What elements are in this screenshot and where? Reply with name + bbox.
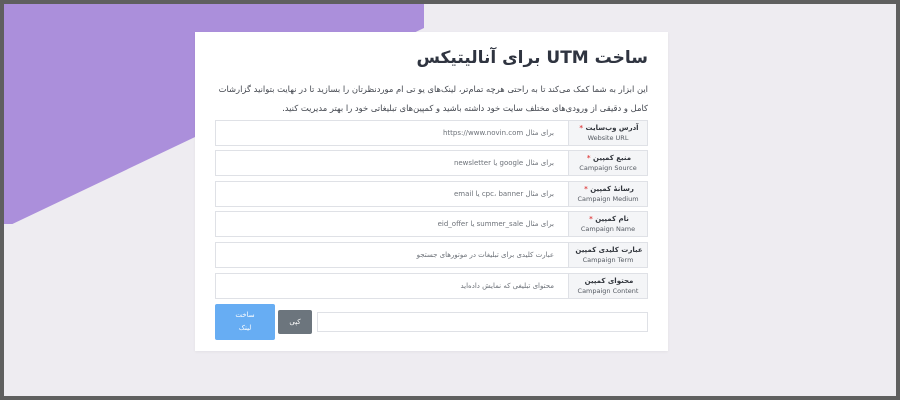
field-label-en: Campaign Source xyxy=(579,164,637,172)
field-row-website-url: آدرس وب‌سایت * Website URL برای مثال htt… xyxy=(215,120,648,146)
field-row-campaign-source: منبع کمپین * Campaign Source برای مثال g… xyxy=(215,150,648,176)
campaign-term-input[interactable]: عبارت کلیدی برای تبلیغات در موتورهای جست… xyxy=(215,242,569,268)
field-row-campaign-medium: رسانهٔ کمپین * Campaign Medium برای مثال… xyxy=(215,181,648,207)
campaign-content-input[interactable]: محتوای تبلیغی که نمایش داده‌اید xyxy=(215,273,569,299)
field-label-en: Campaign Content xyxy=(577,287,639,295)
copy-button[interactable]: کپی xyxy=(278,310,312,334)
field-label-fa: آدرس وب‌سایت xyxy=(585,124,639,132)
utm-builder-card: ساخت UTM برای آنالیتیکس این ابزار به شما… xyxy=(195,32,668,351)
field-label-fa: نام کمپین xyxy=(595,215,629,223)
generated-url-output[interactable] xyxy=(317,312,648,332)
required-marker: * xyxy=(584,185,588,193)
field-label-en: Campaign Name xyxy=(580,225,636,233)
campaign-name-input[interactable]: برای مثال summer_sale یا eid_offer xyxy=(215,211,569,237)
field-label-en: Website URL xyxy=(587,134,629,142)
field-row-campaign-content: محتوای کمپین Campaign Content محتوای تبل… xyxy=(215,273,648,299)
required-marker: * xyxy=(579,124,584,132)
field-row-campaign-term: عبارت کلیدی کمپین Campaign Term عبارت کل… xyxy=(215,242,648,268)
field-row-campaign-name: نام کمپین * Campaign Name برای مثال summ… xyxy=(215,211,648,237)
required-marker: * xyxy=(586,154,591,162)
build-link-button[interactable]: ساخت لینک xyxy=(215,304,275,340)
field-label-en: Campaign Medium xyxy=(577,195,639,203)
field-label-fa: رسانهٔ کمپین xyxy=(590,185,634,193)
action-bar: ساخت لینک کپی xyxy=(215,304,648,340)
build-link-label-line1: ساخت xyxy=(235,311,255,319)
field-label: منبع کمپین * Campaign Source xyxy=(568,150,648,176)
page-frame: ساخت UTM برای آنالیتیکس این ابزار به شما… xyxy=(0,0,900,400)
field-label-fa: محتوای کمپین xyxy=(584,277,634,285)
field-label-fa: عبارت کلیدی کمپین xyxy=(575,246,643,254)
field-label-fa: منبع کمپین xyxy=(593,154,632,162)
field-label: نام کمپین * Campaign Name xyxy=(568,211,648,237)
field-label: عبارت کلیدی کمپین Campaign Term xyxy=(568,242,648,268)
required-marker: * xyxy=(589,215,593,223)
website-url-input[interactable]: برای مثال https://www.novin.com xyxy=(215,120,569,146)
campaign-medium-input[interactable]: برای مثال cpc، banner یا email xyxy=(215,181,569,207)
build-link-label-line2: لینک xyxy=(238,324,252,332)
tool-description: این ابزار به شما کمک می‌کند تا به راحتی … xyxy=(218,84,648,113)
field-label: آدرس وب‌سایت * Website URL xyxy=(568,120,648,146)
page-title: ساخت UTM برای آنالیتیکس xyxy=(416,48,648,68)
field-label: رسانهٔ کمپین * Campaign Medium xyxy=(568,181,648,207)
field-label-en: Campaign Term xyxy=(582,256,634,264)
field-label: محتوای کمپین Campaign Content xyxy=(568,273,648,299)
campaign-source-input[interactable]: برای مثال google یا newsletter xyxy=(215,150,569,176)
